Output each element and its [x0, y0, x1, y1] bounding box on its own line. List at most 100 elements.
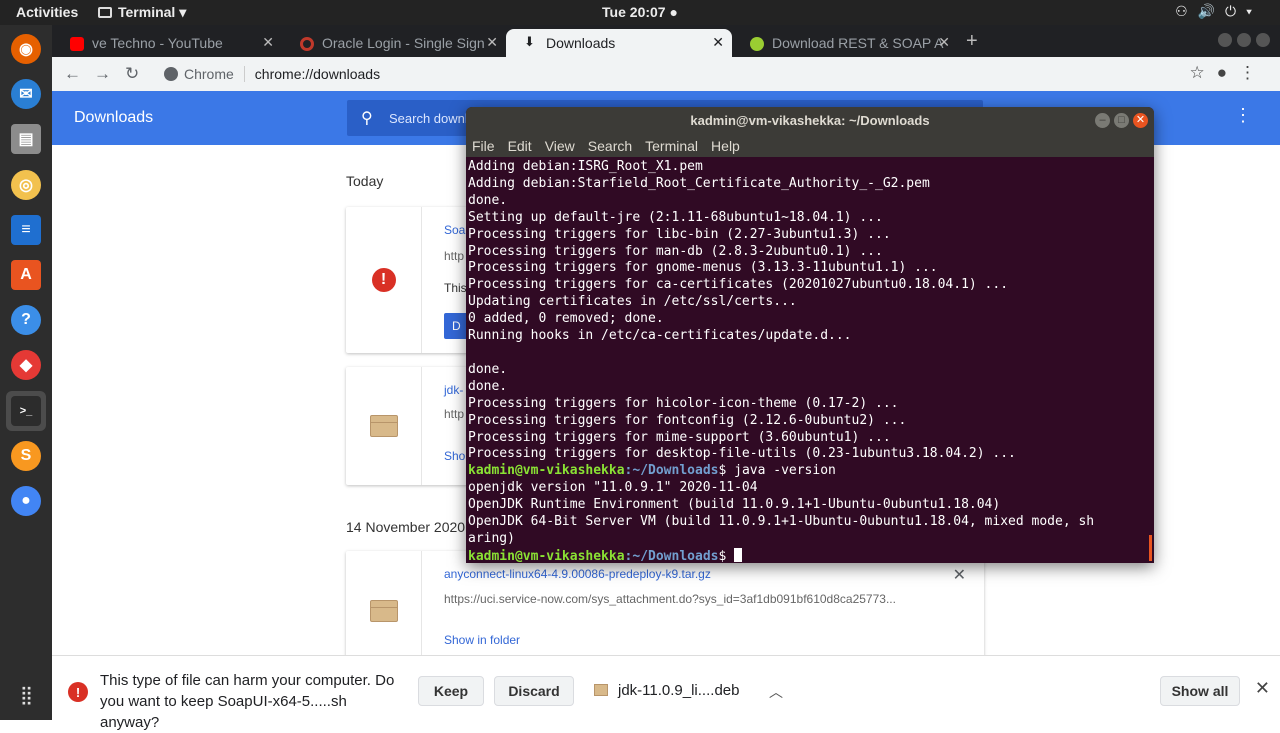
reload-icon[interactable]: ↻	[125, 64, 139, 84]
download-shelf: ! This type of file can harm your comput…	[52, 655, 1280, 731]
close-shelf-icon[interactable]: ✕	[1255, 678, 1270, 699]
tab-label: ve Techno - YouTube	[92, 35, 223, 51]
menu-file[interactable]: File	[472, 138, 495, 154]
thunderbird-icon: ✉	[11, 79, 41, 110]
more-actions-icon[interactable]: ⋮	[1234, 105, 1252, 126]
terminal-line: Processing triggers for gnome-menus (3.1…	[468, 260, 938, 276]
show-applications-button[interactable]: ⣿	[6, 675, 46, 715]
terminal-titlebar[interactable]: kadmin@vm-vikashekka: ~/Downloads	[466, 107, 1154, 135]
chrome-icon: ●	[11, 486, 41, 516]
forward-icon[interactable]: →	[94, 64, 111, 84]
terminal-line: Processing triggers for fontconfig (2.12…	[468, 412, 907, 428]
keep-button[interactable]: Keep	[418, 676, 484, 706]
dock: ◉ ✉ ▤ ◎ ≡ A? ◆ >_ S ● ⣿	[0, 25, 52, 720]
terminal-line: Processing triggers for man-db (2.8.3-2u…	[468, 243, 883, 259]
tab-download-rest-soap[interactable]: Download REST & SOAP A ✕	[732, 29, 958, 57]
terminal-scrollbar[interactable]	[1149, 535, 1152, 561]
show-in-folder-link[interactable]: Show in folder	[444, 633, 520, 647]
prompt-user: kadmin@vm-vikashekka	[468, 463, 625, 479]
menu-help[interactable]: Help	[711, 138, 740, 154]
menu-kebab-icon[interactable]: ⋮	[1239, 63, 1268, 82]
dock-thunderbird-launcher[interactable]: ✉	[6, 74, 46, 114]
show-all-button[interactable]: Show all	[1160, 676, 1240, 706]
top-panel: Activities Terminal ▾ Tue 20:07 ● ⚇🔊⏻▾	[0, 0, 1280, 25]
file-name-link[interactable]: anyconnect-linux64-4.9.00086-predeploy-k…	[444, 567, 711, 581]
close-icon[interactable]: ✕	[1133, 113, 1148, 128]
file-name-link[interactable]: jdk-	[444, 383, 463, 397]
download-favicon-icon: ⬇	[524, 34, 535, 49]
minimize-button[interactable]	[1218, 33, 1232, 47]
dock-files-launcher[interactable]: ▤	[6, 119, 46, 159]
terminal-prompt-line: kadmin@vm-vikashekka:~/Downloads$	[468, 547, 1152, 563]
window-title: kadmin@vm-vikashekka: ~/Downloads	[690, 113, 930, 128]
tab-label: Oracle Login - Single Sign	[322, 35, 485, 51]
close-tab-icon[interactable]: ✕	[262, 34, 274, 51]
app-menu[interactable]: Terminal ▾	[98, 4, 186, 21]
youtube-favicon-icon	[70, 37, 84, 51]
show-in-folder-link[interactable]: Sho	[444, 449, 465, 463]
rhythmbox-icon: ◎	[11, 169, 41, 200]
tab-downloads[interactable]: ⬇ Downloads ✕	[506, 29, 732, 57]
discard-button[interactable]: Discard	[494, 676, 574, 706]
terminal-line: openjdk version "11.0.9.1" 2020-11-04	[468, 480, 758, 496]
file-url[interactable]: http	[444, 249, 464, 263]
keep-dangerous-button[interactable]: D	[444, 313, 469, 339]
window-controls	[1213, 33, 1270, 50]
date-heading: 14 November 2020	[346, 519, 466, 535]
date-heading: Today	[346, 173, 384, 189]
shelf-download-item[interactable]: jdk-11.0.9_li....deb	[594, 682, 739, 699]
back-icon[interactable]: ←	[64, 64, 81, 84]
profile-icon[interactable]: ●	[1217, 63, 1239, 82]
menu-edit[interactable]: Edit	[508, 138, 532, 154]
dock-software-center-launcher[interactable]: A	[6, 255, 46, 295]
new-tab-button[interactable]: +	[966, 30, 978, 53]
dock-sublime-launcher[interactable]: S	[6, 436, 46, 476]
tab-youtube[interactable]: ve Techno - YouTube ✕	[52, 29, 282, 57]
dock-terminal-launcher[interactable]: >_	[6, 390, 46, 431]
terminal-line: Running hooks in /etc/ca-certificates/up…	[468, 328, 852, 344]
dock-anydesk-launcher[interactable]: ◆	[6, 345, 46, 385]
tab-oracle-login[interactable]: Oracle Login - Single Sign ✕	[282, 29, 506, 57]
tab-label: Download REST & SOAP A	[772, 35, 944, 51]
terminal-output[interactable]: Adding debian:ISRG_Root_X1.pem Adding deb…	[468, 159, 1152, 563]
clock[interactable]: Tue 20:07	[602, 4, 666, 20]
dock-rhythmbox-launcher[interactable]: ◎	[6, 165, 46, 205]
minimize-icon[interactable]: –	[1095, 113, 1110, 128]
terminal-line: OpenJDK Runtime Environment (build 11.0.…	[468, 497, 1001, 513]
close-tab-icon[interactable]: ✕	[712, 34, 724, 51]
package-icon	[369, 600, 398, 622]
terminal-icon: >_	[11, 395, 41, 426]
bookmark-star-icon[interactable]: ☆	[1189, 63, 1216, 82]
dock-firefox-launcher[interactable]: ◉	[6, 29, 46, 69]
close-tab-icon[interactable]: ✕	[938, 34, 950, 51]
maximize-icon[interactable]: □	[1114, 113, 1129, 128]
activities-button[interactable]: Activities	[16, 4, 78, 20]
system-tray[interactable]: ⚇🔊⏻▾	[1175, 3, 1262, 20]
command-text: $ java -version	[718, 463, 836, 479]
remove-from-list-icon[interactable]: ✕	[953, 565, 966, 585]
chevron-up-icon[interactable]: ︿	[769, 682, 783, 702]
terminal-line: done.	[468, 192, 508, 208]
tab-label: Downloads	[546, 35, 616, 51]
oracle-favicon-icon	[300, 37, 314, 51]
dock-chrome-launcher[interactable]: ●	[6, 481, 46, 521]
close-window-button[interactable]	[1256, 33, 1270, 47]
close-tab-icon[interactable]: ✕	[486, 34, 498, 51]
terminal-line: Adding debian:Starfield_Root_Certificate…	[468, 175, 930, 191]
writer-icon: ≡	[11, 214, 41, 245]
menu-search[interactable]: Search	[588, 138, 632, 154]
toolbar-actions: ☆●⋮	[1189, 63, 1268, 83]
terminal-line: Setting up default-jre (2:1.11-68ubuntu1…	[468, 209, 883, 225]
maximize-button[interactable]	[1237, 33, 1251, 47]
address-bar[interactable]: Chrome chrome://downloads	[156, 61, 1180, 87]
terminal-line: Processing triggers for mime-support (3.…	[468, 429, 891, 445]
menu-view[interactable]: View	[545, 138, 575, 154]
dock-help-launcher[interactable]: ?	[6, 300, 46, 340]
dock-writer-launcher[interactable]: ≡	[6, 210, 46, 250]
file-url[interactable]: http	[444, 407, 464, 421]
file-url[interactable]: https://uci.service-now.com/sys_attachme…	[444, 592, 896, 606]
menu-terminal[interactable]: Terminal	[645, 138, 698, 154]
url-text: chrome://downloads	[254, 66, 381, 82]
terminal-menubar: File Edit View Search Terminal Help	[466, 135, 1154, 157]
